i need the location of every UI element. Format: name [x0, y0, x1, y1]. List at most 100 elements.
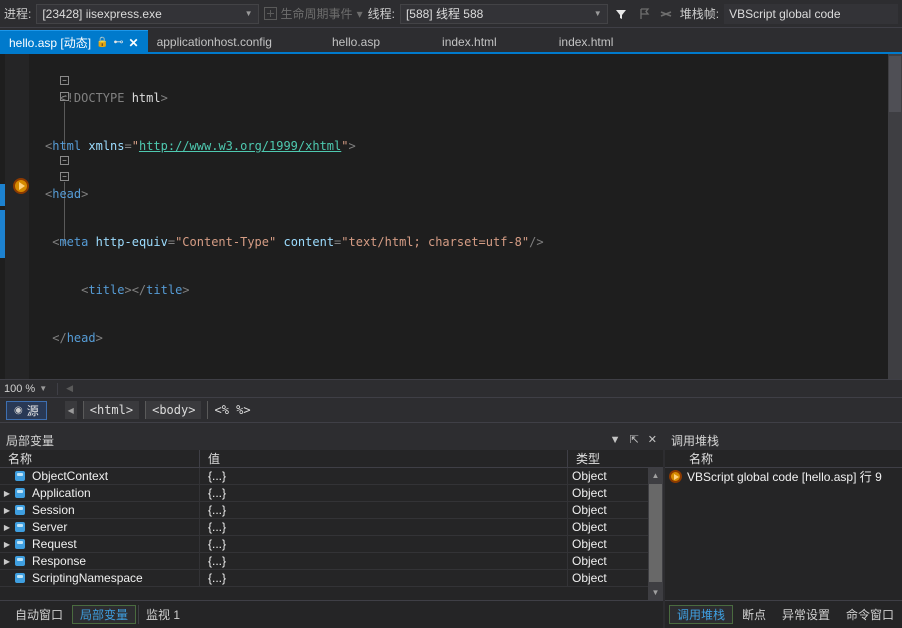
call-stack-frame-row[interactable]: VBScript global code [hello.asp] 行 9 [665, 468, 902, 485]
tab-hello-asp-dynamic[interactable]: hello.asp [动态] 🔒 ⊷ ✕ [0, 30, 148, 54]
chevron-down-icon[interactable]: ▼ [242, 9, 256, 18]
editor-vertical-scrollbar[interactable] [888, 54, 902, 379]
editor-zoom-bar: 100 % ▼ ◀ [0, 379, 902, 397]
process-combobox[interactable]: [23428] iisexpress.exe ▼ [36, 4, 258, 24]
call-stack-panel: 调用堆栈 名称 VBScript global code [hello.asp]… [665, 430, 902, 600]
variable-type: Object [568, 519, 646, 536]
glyph-margin[interactable] [5, 54, 29, 379]
breadcrumb-item-asp[interactable]: <% %> [207, 401, 256, 419]
zoom-chevron-down-icon[interactable]: ▼ [39, 384, 47, 393]
column-header-value[interactable]: 值 [200, 450, 568, 468]
panel-dropdown-icon[interactable]: ▼ [610, 435, 621, 446]
table-row[interactable]: ScriptingNamespace {...} Object [0, 570, 663, 587]
lifecycle-chevron-down-icon[interactable]: ▾ [357, 7, 363, 21]
xmlns-link[interactable]: http://www.w3.org/1999/xhtml [139, 139, 341, 153]
expander-icon[interactable]: ▶ [0, 553, 14, 570]
divider [57, 383, 58, 395]
table-row[interactable]: ▶Session {...} Object [0, 502, 663, 519]
flag-icon[interactable] [635, 4, 652, 24]
variable-type: Object [568, 570, 646, 587]
variable-value[interactable]: {...} [200, 468, 568, 485]
code-line-1: <!DOCTYPE html> [45, 90, 890, 106]
scroll-left-icon[interactable]: ◀ [66, 383, 73, 394]
thread-chevron-down-icon[interactable]: ▼ [591, 9, 605, 18]
table-row[interactable]: ▶Request {...} Object [0, 536, 663, 553]
variable-name: ScriptingNamespace [32, 570, 143, 587]
locals-panel: 局部变量 ▼ ⇱ ✕ 名称 值 类型 ObjectContext {...} O… [0, 430, 663, 600]
variable-name: Server [32, 519, 67, 536]
locals-vertical-scrollbar[interactable]: ▲ ▼ [648, 468, 663, 600]
pin-icon[interactable]: ⊷ [114, 38, 124, 48]
column-header-type[interactable]: 类型 [568, 450, 646, 468]
variable-value[interactable]: {...} [200, 485, 568, 502]
bottom-tab-strip-left: 自动窗口 局部变量 监视 1 [0, 600, 663, 628]
breadcrumb-item-body[interactable]: <body> [145, 401, 201, 419]
code-line-2: <html xmlns="http://www.w3.org/1999/xhtm… [45, 138, 890, 154]
close-icon[interactable]: ✕ [129, 37, 139, 49]
variable-type: Object [568, 485, 646, 502]
breadcrumb-back-icon[interactable]: ◀ [65, 401, 77, 419]
tab-index-html-2[interactable]: index.html [550, 30, 623, 54]
tab-index-html-1[interactable]: index.html [433, 30, 506, 54]
column-header-name[interactable]: 名称 [689, 450, 713, 467]
object-icon [14, 556, 27, 567]
stackframe-combobox[interactable]: VBScript global code [724, 4, 898, 24]
variable-value[interactable]: {...} [200, 502, 568, 519]
close-icon[interactable]: ✕ [648, 435, 657, 446]
debug-toolbar: 进程: [23428] iisexpress.exe ▼ 生命周期事件 ▾ 线程… [0, 0, 902, 28]
thread-combobox[interactable]: [588] 线程 588 ▼ [400, 4, 608, 24]
code-text[interactable]: <!DOCTYPE html> <html xmlns="http://www.… [45, 58, 890, 379]
tab-label: hello.asp [动态] [9, 34, 91, 51]
tab-breakpoints[interactable]: 断点 [735, 605, 773, 624]
source-view-button[interactable]: ◉ 源 [6, 401, 47, 420]
expander-icon[interactable]: ▶ [0, 485, 14, 502]
tab-exception-settings[interactable]: 异常设置 [775, 605, 837, 624]
variable-value[interactable]: {...} [200, 553, 568, 570]
thread-label: 线程: [368, 5, 395, 22]
code-line-5: <title></title> [45, 282, 890, 298]
tab-label: 监视 1 [146, 606, 180, 623]
tab-label: index.html [559, 35, 614, 49]
variable-value[interactable]: {...} [200, 519, 568, 536]
column-header-name[interactable]: 名称 [0, 450, 200, 468]
expander-icon[interactable]: ▶ [0, 519, 14, 536]
expander-icon[interactable]: ▶ [0, 502, 14, 519]
breadcrumb-item-html[interactable]: <html> [83, 401, 139, 419]
lifecycle-events-button[interactable]: 生命周期事件 ▾ [264, 5, 363, 22]
tab-hello-asp[interactable]: hello.asp [323, 30, 389, 54]
variable-value[interactable]: {...} [200, 536, 568, 553]
tab-watch-1[interactable]: 监视 1 [138, 605, 187, 624]
call-stack-frame-label: VBScript global code [hello.asp] 行 9 [687, 468, 882, 485]
table-row[interactable]: ▶ Server {...} Object [0, 519, 663, 536]
threads-icon[interactable] [657, 4, 674, 24]
variable-value[interactable]: {...} [200, 570, 568, 587]
code-editor[interactable]: − − − − <!DOCTYPE html> <html xmlns="htt… [0, 54, 902, 379]
scroll-down-icon[interactable]: ▼ [648, 585, 663, 600]
stackframe-value: VBScript global code [729, 7, 896, 21]
pin-icon[interactable]: ⇱ [630, 435, 639, 446]
fold-margin[interactable]: − − − − [29, 54, 45, 379]
panel-gap [0, 423, 902, 430]
scroll-up-icon[interactable]: ▲ [648, 468, 663, 483]
tab-label: 命令窗口 [846, 606, 894, 623]
tab-command-window[interactable]: 命令窗口 [839, 605, 901, 624]
filter-icon[interactable] [613, 4, 630, 24]
variable-type: Object [568, 536, 646, 553]
expander-icon[interactable]: ▶ [0, 536, 14, 553]
table-row[interactable]: ▶Application {...} Object [0, 485, 663, 502]
tab-applicationhost-config[interactable]: applicationhost.config [148, 30, 281, 54]
table-row[interactable]: ▶Response {...} Object [0, 553, 663, 570]
tab-label: 自动窗口 [15, 606, 63, 623]
tab-autos[interactable]: 自动窗口 [8, 605, 70, 624]
scrollbar-thumb[interactable] [889, 56, 901, 112]
object-icon [14, 539, 27, 550]
tab-call-stack[interactable]: 调用堆栈 [669, 605, 733, 624]
zoom-level: 100 % [4, 383, 35, 395]
lock-icon[interactable]: 🔒 [96, 38, 108, 48]
tab-label: 断点 [742, 606, 766, 623]
table-row[interactable]: ObjectContext {...} Object [0, 468, 663, 485]
process-value: [23428] iisexpress.exe [42, 7, 241, 21]
tab-locals[interactable]: 局部变量 [72, 605, 136, 624]
object-icon [14, 522, 27, 533]
scrollbar-thumb[interactable] [649, 484, 662, 582]
